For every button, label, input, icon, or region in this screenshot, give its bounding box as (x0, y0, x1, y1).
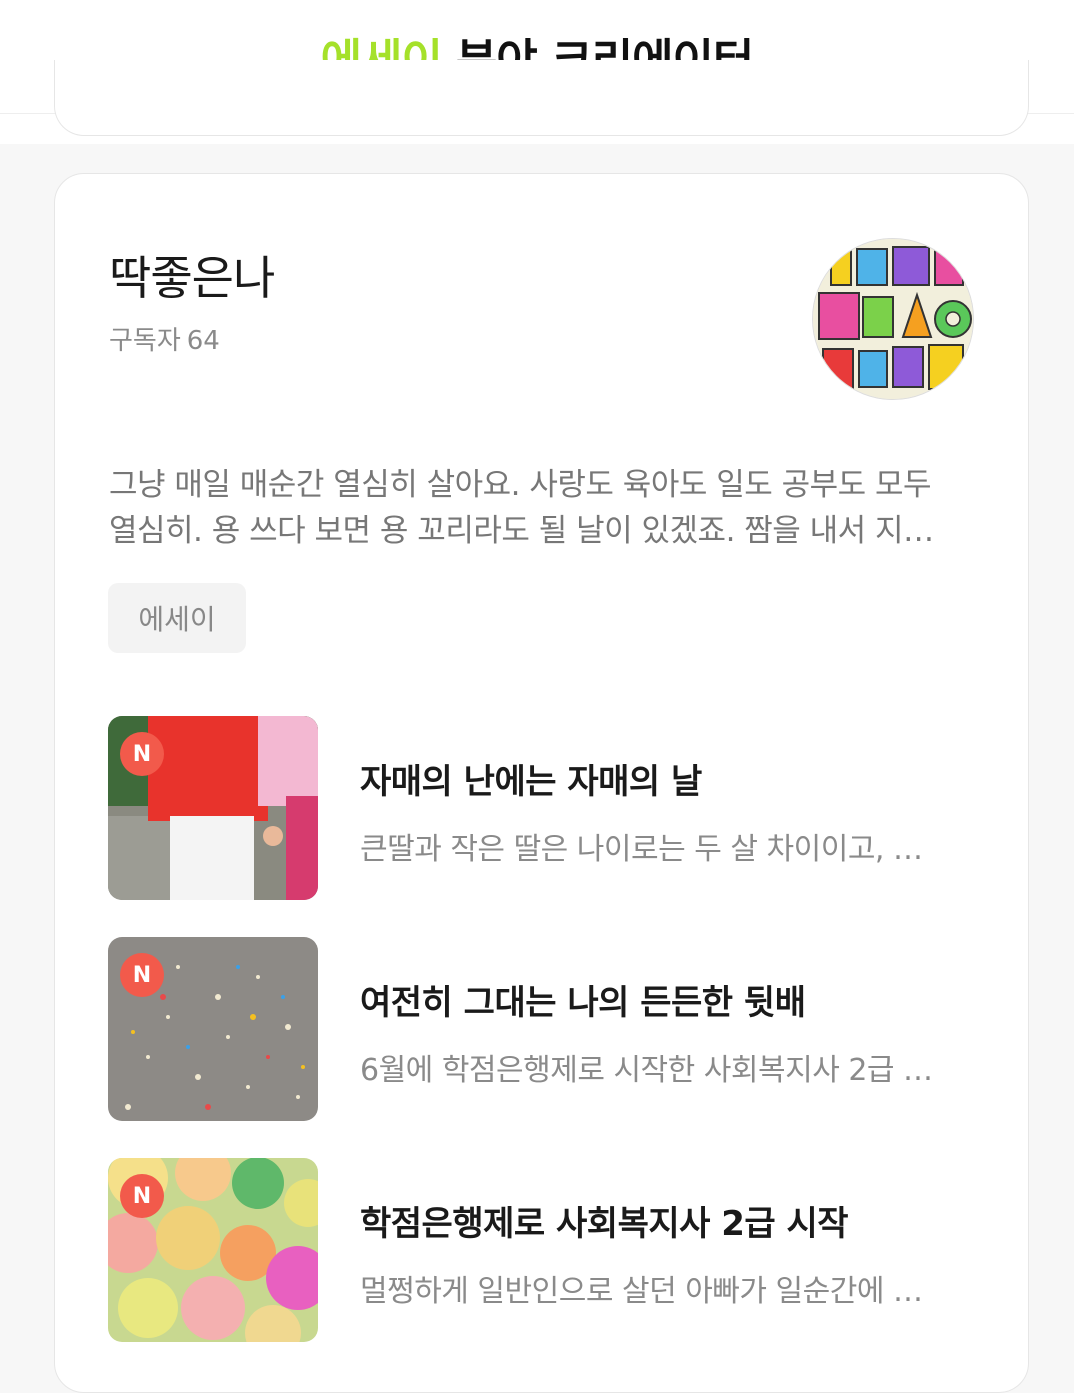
creator-name[interactable]: 딱좋은나 (109, 242, 275, 308)
new-badge: N (120, 953, 164, 997)
post-excerpt: 멀쩡하게 일반인으로 살던 아빠가 일순간에 … (360, 1274, 923, 1309)
post-excerpt: 6월에 학점은행제로 시작한 사회복지사 2급 … (360, 1053, 933, 1088)
previous-creator-card[interactable] (54, 60, 1029, 136)
post-title[interactable]: 학점은행제로 사회복지사 2급 시작 (360, 1196, 849, 1245)
new-badge: N (120, 1174, 164, 1218)
creator-card[interactable]: 딱좋은나 구독자 64 그냥 매일 매순간 열심히 살아요. 사랑도 육아도 일도… (54, 173, 1029, 1393)
description-line: 그냥 매일 매순간 열심히 살아요. 사랑도 육아도 일도 공부도 모두 (109, 467, 932, 503)
subscriber-count: 구독자 64 (109, 320, 220, 357)
subscriber-label: 구독자 (109, 326, 181, 356)
post-item[interactable]: N 자매의 난에는 자매의 날 큰딸과 작은 딸은 나이로는 두 살 차이이고,… (108, 716, 968, 900)
creator-description: 그냥 매일 매순간 열심히 살아요. 사랑도 육아도 일도 공부도 모두 열심히… (109, 462, 969, 554)
post-excerpt: 큰딸과 작은 딸은 나이로는 두 살 차이이고, … (360, 832, 923, 867)
post-item[interactable]: N 여전히 그대는 나의 든든한 뒷배 6월에 학점은행제로 시작한 사회복지사… (108, 937, 968, 1121)
subscriber-number: 64 (186, 326, 220, 356)
new-badge: N (120, 732, 164, 776)
post-title[interactable]: 여전히 그대는 나의 든든한 뒷배 (360, 975, 806, 1024)
creator-avatar[interactable] (812, 238, 974, 400)
category-tag[interactable]: 에세이 (108, 583, 246, 653)
description-line: 열심히. 용 쓰다 보면 용 꼬리라도 될 날이 있겠죠. 짬을 내서 지… (109, 513, 934, 549)
post-title[interactable]: 자매의 난에는 자매의 날 (360, 754, 702, 803)
avatar-artwork (813, 239, 973, 399)
post-item[interactable]: N 학점은행제로 사회복지사 2급 시작 멀쩡하게 일반인으로 살던 아빠가 일… (108, 1158, 968, 1342)
